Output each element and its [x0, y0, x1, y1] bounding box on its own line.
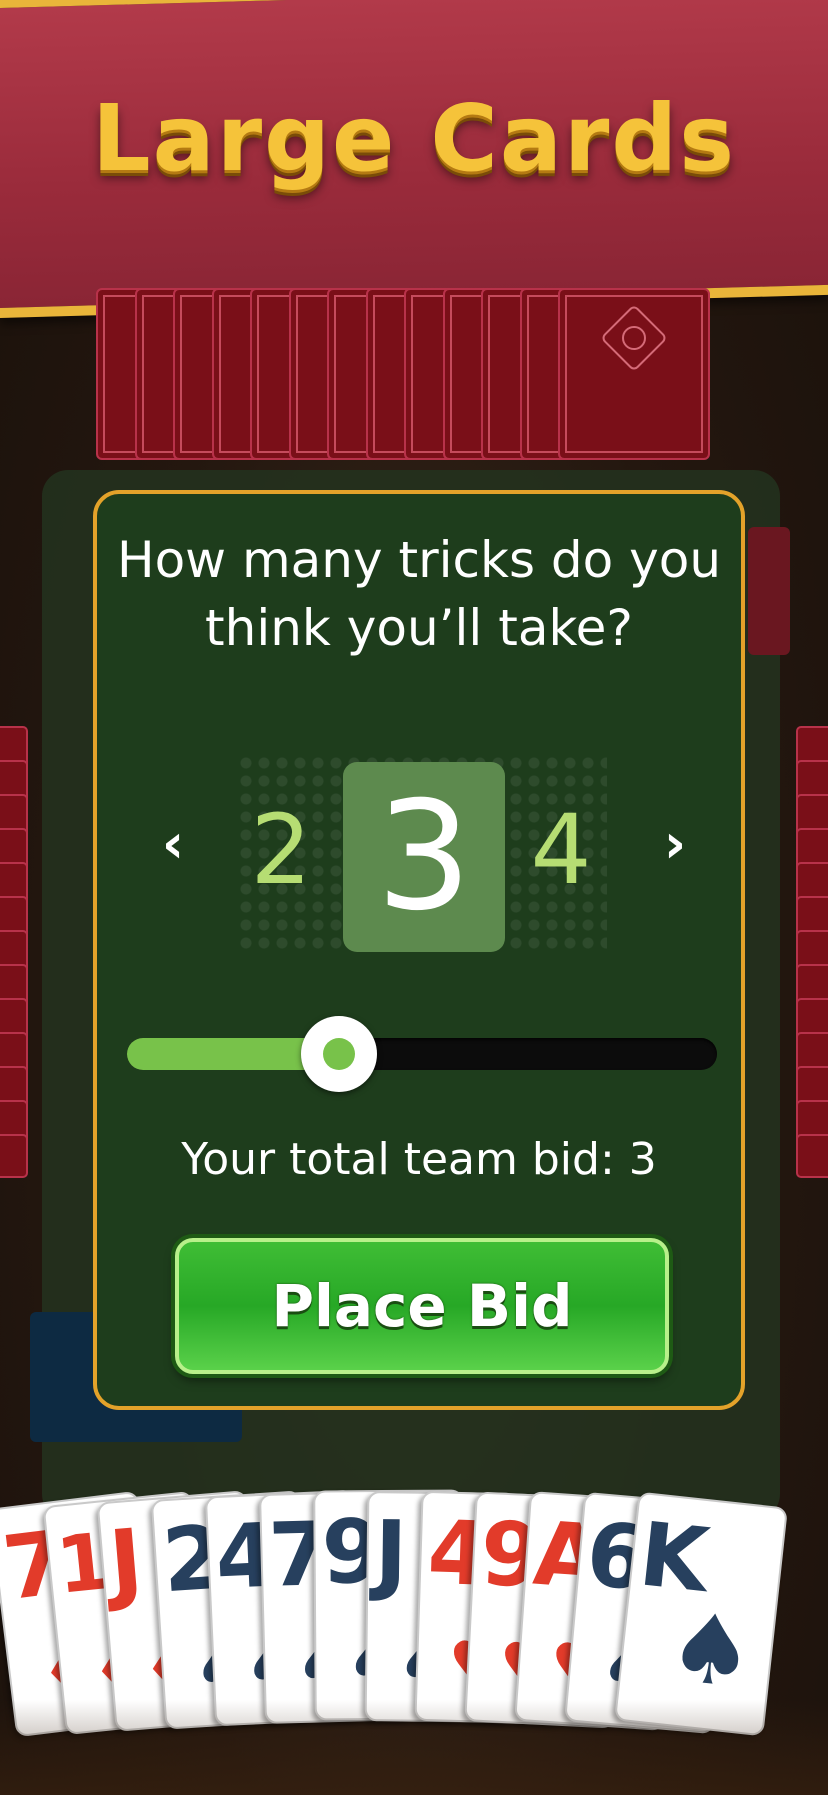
bid-dialog: How many tricks do you think you’ll take… — [93, 490, 745, 1410]
card-emblem-icon — [600, 304, 668, 372]
bid-question: How many tricks do you think you’ll take… — [116, 531, 722, 657]
bottom-shade — [0, 1700, 828, 1795]
card-rank: J — [374, 1500, 409, 1605]
right-opponent-cards — [796, 726, 828, 1356]
bid-slider-thumb[interactable] — [300, 1016, 377, 1092]
place-bid-button[interactable]: Place Bid — [175, 1238, 669, 1374]
chevron-left-icon[interactable]: ‹ — [153, 814, 193, 874]
partner-card-tab — [748, 527, 790, 655]
bid-next-value[interactable]: 4 — [521, 800, 601, 900]
card-back — [796, 1134, 828, 1178]
banner-title: Large Cards — [92, 85, 736, 192]
bid-slider[interactable] — [127, 1016, 717, 1092]
bid-previous-value[interactable]: 2 — [241, 800, 321, 900]
card-rank: J — [105, 1509, 147, 1615]
card-back — [0, 1134, 28, 1178]
team-bid-text: Your total team bid: 3 — [181, 1134, 657, 1185]
bid-selected-value[interactable]: 3 — [343, 762, 505, 952]
card-suit-icon: ♠ — [662, 1589, 760, 1711]
top-opponent-cards — [96, 288, 726, 460]
card-back — [558, 288, 710, 460]
chevron-right-icon[interactable]: › — [655, 814, 695, 874]
